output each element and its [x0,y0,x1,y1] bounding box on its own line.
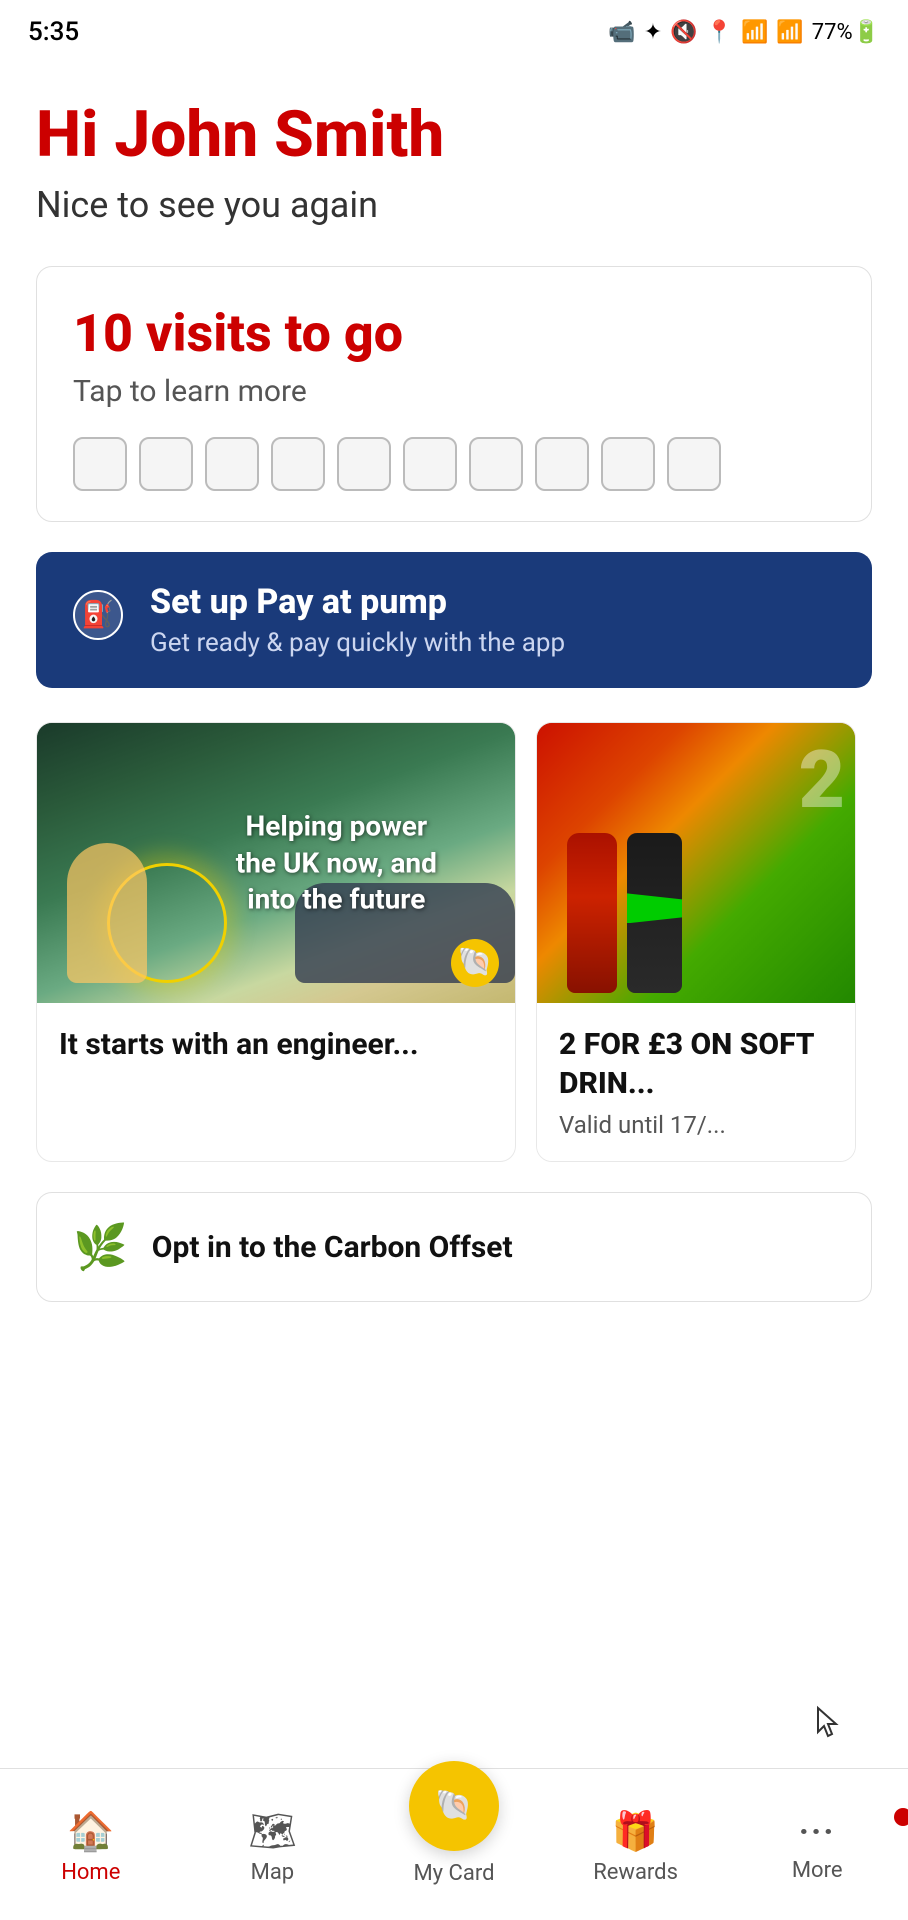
leaf-icon: 🌿 [73,1221,128,1273]
nav-my-card-label: My Card [413,1861,494,1886]
my-card-circle: 🐚 [409,1761,499,1851]
rewards-icon: 🎁 [612,1810,659,1854]
greeting-subtitle: Nice to see you again [36,184,872,226]
battery-icon: 77%🔋 [812,20,880,45]
main-content: Hi John Smith Nice to see you again 10 v… [0,60,908,1522]
bottom-nav: 🏠 Home 🗺 Map 🐚 My Card 🎁 Rewards ··· Mor… [0,1768,908,1920]
visits-subtitle: Tap to learn more [73,374,835,409]
bottom-spacer [36,1302,872,1522]
map-icon: 🗺 [248,1810,296,1854]
more-icon: ··· [799,1812,836,1852]
visit-box-8 [535,437,589,491]
visits-card[interactable]: 10 visits to go Tap to learn more [36,266,872,522]
visits-title: 10 visits to go [73,303,835,364]
nav-my-card[interactable]: 🐚 My Card [363,1761,545,1886]
nav-map[interactable]: 🗺 Map [182,1810,364,1885]
pump-text: Set up Pay at pump Get ready & pay quick… [150,582,565,658]
nav-home[interactable]: 🏠 Home [0,1810,182,1885]
nav-home-label: Home [61,1860,120,1885]
pump-banner[interactable]: ⛽ Set up Pay at pump Get ready & pay qui… [36,552,872,688]
drinks-card-body: 2 FOR £3 ON SOFT DRIN... Valid until 17/… [537,1003,855,1161]
offset-text: Opt in to the Carbon Offset [152,1228,513,1267]
visit-box-1 [73,437,127,491]
svg-text:🐚: 🐚 [435,1788,472,1823]
pump-subtitle: Get ready & pay quickly with the app [150,628,565,658]
visit-box-7 [469,437,523,491]
visit-box-4 [271,437,325,491]
offset-banner[interactable]: 🌿 Opt in to the Carbon Offset [36,1192,872,1302]
drinks-card-image: 2 [537,723,855,1003]
status-bar: 5:35 📹 ✦ 🔇 📍 📶 📶 77%🔋 [0,0,908,60]
shell-logo: 🐚 [449,937,501,989]
nav-more-label: More [792,1858,843,1883]
nav-rewards[interactable]: 🎁 Rewards [545,1810,727,1885]
ev-overlay-text: Helping powerthe UK now, andinto the fut… [236,810,437,916]
bluetooth-icon: ✦ [644,20,662,45]
visits-boxes [73,437,835,491]
ev-card-title: It starts with an engineer... [59,1025,493,1064]
coke-bottle [567,833,617,993]
home-icon: 🏠 [67,1810,114,1854]
visit-box-5 [337,437,391,491]
pump-icon: ⛽ [72,589,124,652]
pump-title: Set up Pay at pump [150,582,565,622]
visit-box-6 [403,437,457,491]
signal-icon: 📶 [776,20,803,45]
nav-more[interactable]: ··· More [726,1812,908,1883]
visit-box-2 [139,437,193,491]
visit-box-10 [667,437,721,491]
drinks-valid-date: Valid until 17/... [559,1111,833,1139]
drinks-number-overlay: 2 [799,733,845,827]
ev-text-overlay: Helping powerthe UK now, andinto the fut… [236,809,437,918]
status-time: 5:35 [28,17,79,47]
greeting-name: Hi John Smith [36,100,872,170]
visit-box-3 [205,437,259,491]
wifi-icon: 📶 [741,20,768,45]
more-notification-dot [894,1808,908,1826]
drinks-promo-card[interactable]: 2 2 FOR £3 ON SOFT DRIN... Valid until 1… [536,722,856,1162]
svg-text:🐚: 🐚 [458,945,493,978]
ev-promo-card[interactable]: Helping powerthe UK now, andinto the fut… [36,722,516,1162]
monster-stripe [627,893,682,923]
location-icon: 📍 [706,20,733,45]
nav-map-label: Map [251,1860,295,1885]
ev-person [67,843,147,983]
drinks-deal-title: 2 FOR £3 ON SOFT DRIN... [559,1025,833,1103]
visit-box-9 [601,437,655,491]
greeting-section: Hi John Smith Nice to see you again [36,100,872,226]
ev-card-image: Helping powerthe UK now, andinto the fut… [37,723,515,1003]
drinks-image-content: 2 [537,723,855,1003]
status-icons: 📹 ✦ 🔇 📍 📶 📶 77%🔋 [608,20,880,45]
cards-row: Helping powerthe UK now, andinto the fut… [36,722,872,1162]
nav-rewards-label: Rewards [593,1860,678,1885]
svg-text:⛽: ⛽ [82,599,114,630]
cursor [812,1704,848,1740]
mute-icon: 🔇 [670,20,697,45]
ev-card-body: It starts with an engineer... [37,1003,515,1086]
ev-image-content: Helping powerthe UK now, andinto the fut… [37,723,515,1003]
monster-bottle [627,833,682,993]
camera-icon: 📹 [608,20,635,45]
